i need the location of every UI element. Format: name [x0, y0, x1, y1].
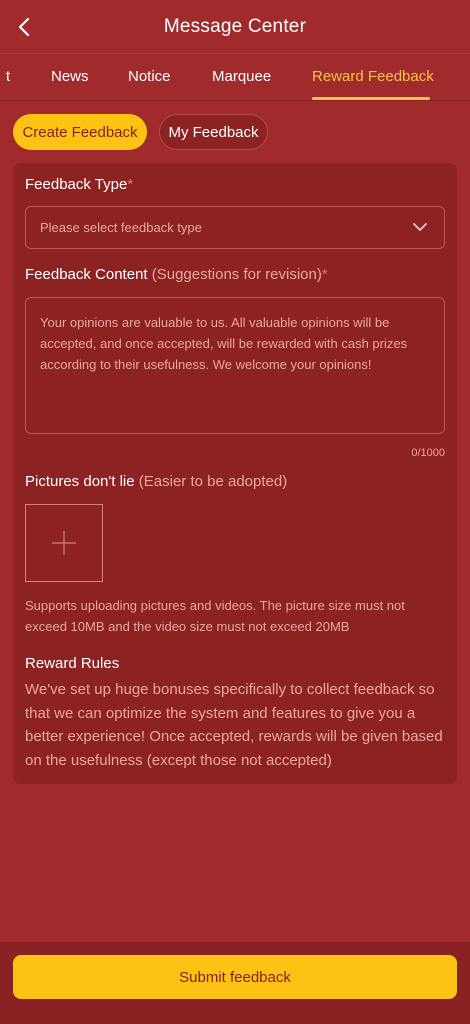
upload-hint: Supports uploading pictures and videos. … — [25, 598, 405, 634]
my-feedback-button[interactable]: My Feedback — [159, 114, 268, 150]
chevron-down-icon — [413, 223, 427, 231]
pictures-label-text: Pictures don't lie — [25, 473, 135, 490]
feedback-content-hint: (Suggestions for revision) — [151, 266, 322, 283]
required-mark: * — [321, 266, 328, 283]
tab-bar: t News Notice Marquee Reward Feedback — [0, 55, 470, 101]
character-counter: 0/1000 — [411, 447, 445, 459]
tab-news[interactable]: News — [51, 68, 89, 85]
header: Message Center — [0, 0, 470, 54]
feedback-content-label: Feedback Content (Suggestions for revisi… — [25, 266, 328, 283]
tab-reward-feedback[interactable]: Reward Feedback — [312, 68, 434, 85]
upload-button[interactable] — [25, 504, 103, 582]
reward-rules-text: We've set up huge bonuses specifically t… — [25, 681, 443, 769]
feedback-form-card: Feedback Type* Please select feedback ty… — [13, 163, 457, 784]
tab-marquee[interactable]: Marquee — [212, 68, 271, 85]
page: Message Center t News Notice Marquee Rew… — [0, 0, 470, 1024]
create-feedback-button[interactable]: Create Feedback — [13, 114, 147, 150]
feedback-type-label: Feedback Type* — [25, 176, 133, 193]
page-title: Message Center — [163, 15, 307, 37]
pictures-hint: (Easier to be adopted) — [138, 473, 288, 490]
pictures-label: Pictures don't lie (Easier to be adopted… — [25, 473, 287, 490]
submit-feedback-button[interactable]: Submit feedback — [13, 955, 457, 999]
back-button[interactable] — [8, 11, 40, 43]
active-tab-indicator — [312, 97, 430, 100]
tab-notice[interactable]: Notice — [128, 68, 171, 85]
plus-icon — [52, 531, 76, 555]
feedback-type-placeholder: Please select feedback type — [40, 220, 202, 235]
tab-partial[interactable]: t — [6, 68, 10, 85]
bottom-bar: Submit feedback — [0, 942, 470, 1024]
chevron-left-icon — [18, 17, 30, 37]
feedback-type-label-text: Feedback Type — [25, 176, 128, 193]
feedback-type-select[interactable]: Please select feedback type — [25, 206, 445, 249]
reward-rules-title: Reward Rules — [25, 655, 120, 672]
feedback-content-field[interactable]: Your opinions are valuable to us. All va… — [25, 297, 445, 434]
feedback-content-label-text: Feedback Content — [25, 266, 148, 283]
required-mark: * — [127, 176, 134, 193]
